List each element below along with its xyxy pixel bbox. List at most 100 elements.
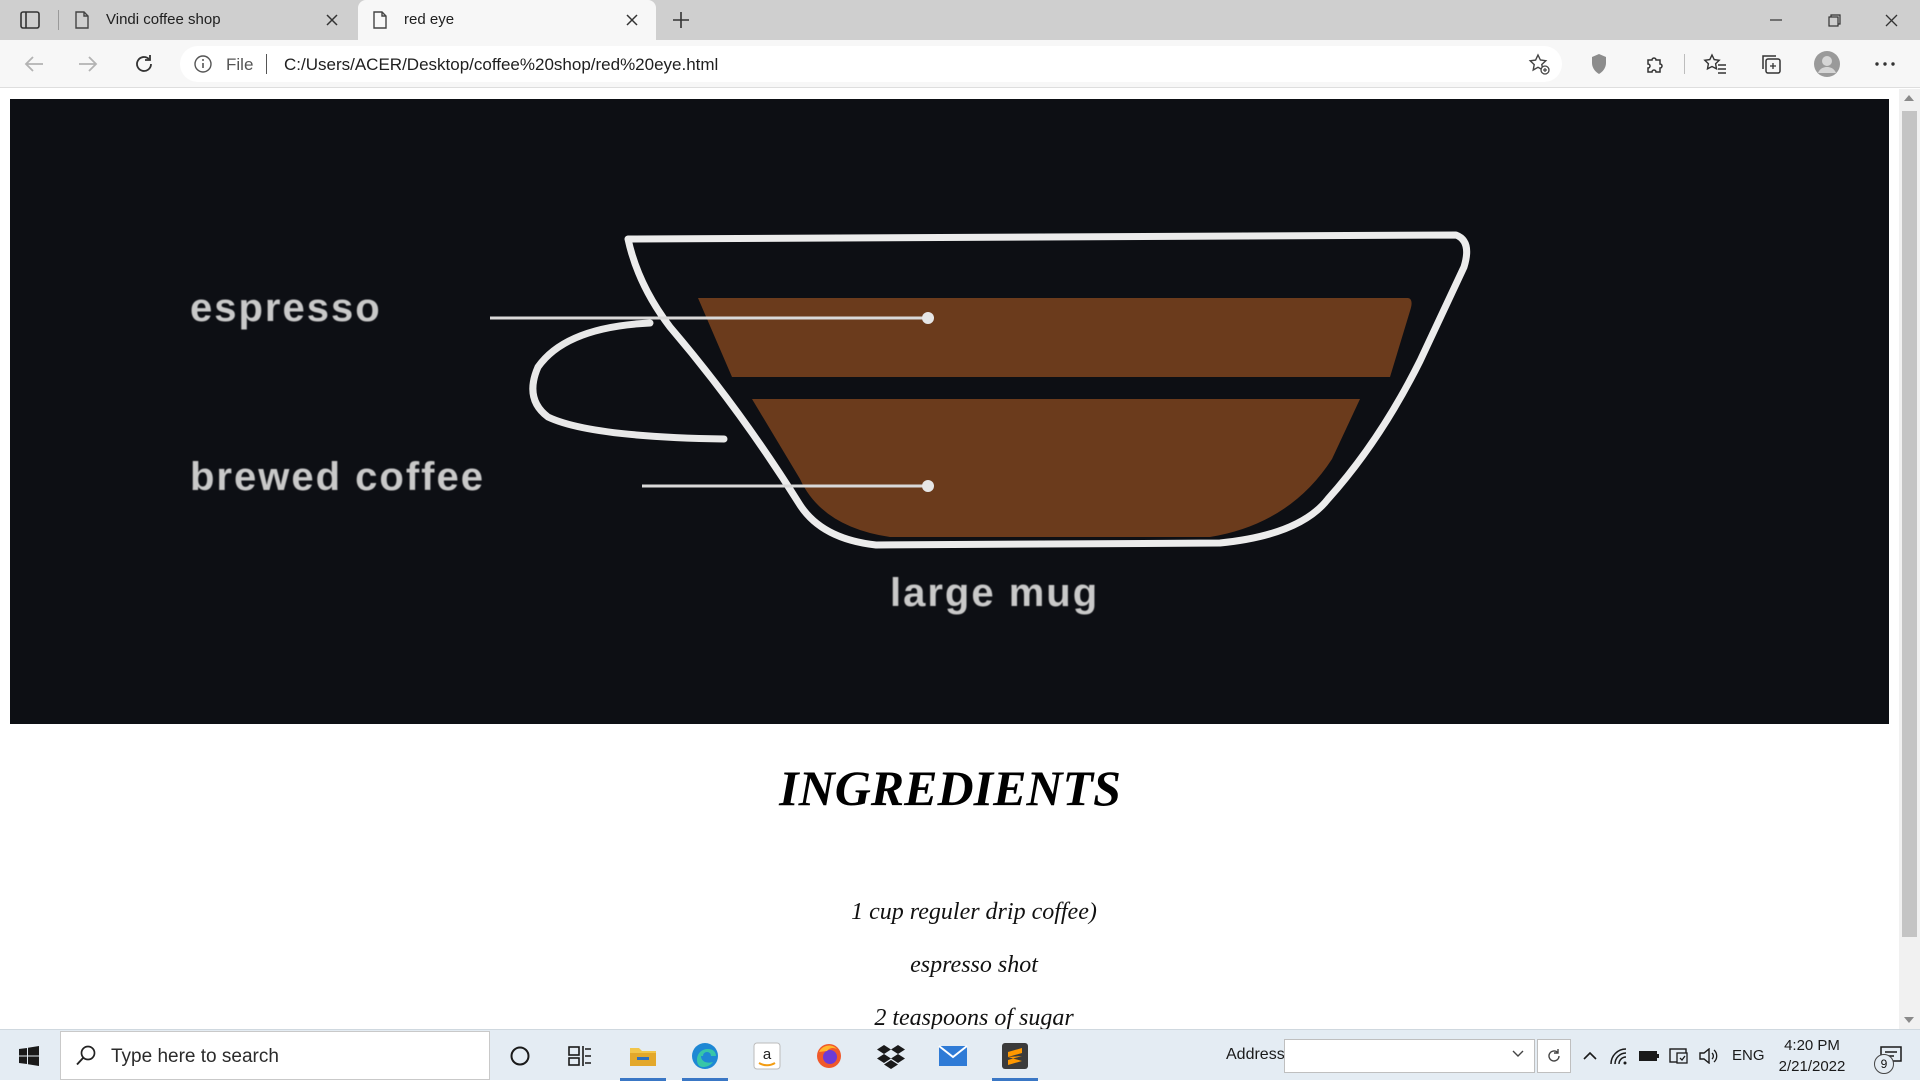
tab-actions-icon [20,11,40,29]
action-center-button[interactable] [1862,1030,1920,1081]
task-view-button[interactable] [551,1030,609,1081]
restore-icon [1827,13,1841,27]
ingredient-item: 2 teaspoons of sugar [874,1005,1074,1029]
extensions-button[interactable] [1640,50,1670,78]
page-icon [75,11,89,29]
avatar-icon [1814,51,1840,77]
arrow-left-icon [24,56,43,72]
plus-icon [673,12,689,28]
edge-button[interactable] [676,1030,734,1081]
collections-button[interactable] [1756,50,1786,78]
show-hidden-icons-button[interactable] [1578,1030,1602,1081]
browser-toolbar: File C:/Users/ACER/Desktop/coffee%20shop… [0,40,1920,88]
tab-title: red eye [404,11,455,28]
brewed-coffee-label: brewed coffee [190,455,485,499]
settings-menu-button[interactable] [1870,50,1900,78]
close-window-button[interactable] [1862,0,1920,40]
favorites-button[interactable] [1700,50,1730,78]
restore-button[interactable] [1805,0,1863,40]
more-icon [1875,62,1895,66]
new-tab-button[interactable] [666,6,696,34]
dropbox-icon [877,1044,905,1069]
start-button[interactable] [0,1030,58,1081]
forward-button[interactable] [70,48,106,80]
add-favorite-button[interactable] [1526,52,1552,76]
cortana-icon [510,1046,530,1065]
toolbar-separator [1684,54,1685,74]
address-toolbar-input[interactable] [1284,1039,1535,1073]
svg-text:a: a [763,1046,772,1063]
security-button[interactable] [1666,1030,1692,1081]
amazon-button[interactable]: a [738,1030,796,1081]
taskbar-search-box[interactable]: Type here to search [60,1031,490,1080]
task-view-icon [568,1045,591,1066]
search-icon [76,1045,96,1066]
battery-icon [1639,1050,1659,1061]
espresso-label: espresso [190,286,382,330]
info-icon[interactable] [194,55,212,73]
address-url[interactable]: C:/Users/ACER/Desktop/coffee%20shop/red%… [284,55,718,75]
ingredients-heading: INGREDIENTS [779,760,1121,816]
close-icon [326,14,338,26]
system-clock[interactable]: 4:20 PM 2/21/2022 [1762,1035,1862,1077]
scroll-up-arrow-icon[interactable] [1904,95,1914,101]
dropbox-button[interactable] [862,1030,920,1081]
close-tab-button[interactable] [322,10,342,30]
minimize-button[interactable] [1747,0,1805,40]
puzzle-icon [1647,57,1663,73]
speaker-icon [1699,1047,1718,1064]
favorites-icon [1703,53,1726,74]
security-icon [1669,1047,1688,1064]
chevron-up-icon [1583,1051,1597,1060]
refresh-button[interactable] [126,48,162,80]
tab-red-eye[interactable]: red eye [358,0,656,40]
page-icon [373,11,387,29]
mail-button[interactable] [924,1030,982,1081]
firefox-button[interactable] [800,1030,858,1081]
minimize-icon [1770,19,1782,21]
language-indicator[interactable]: ENG [1732,1047,1765,1064]
red-eye-diagram-image: espresso brewed coffee large mug [10,99,1889,724]
network-button[interactable] [1606,1030,1632,1081]
tab-actions-button[interactable] [14,6,46,34]
profile-button[interactable] [1812,50,1842,78]
refresh-icon [136,55,152,72]
battery-button[interactable] [1636,1030,1662,1081]
back-button[interactable] [16,48,52,80]
scrollbar-thumb[interactable] [1902,111,1917,937]
tab-vindi-coffee-shop[interactable]: Vindi coffee shop [60,0,356,40]
address-scheme-label: File [226,55,254,74]
scroll-down-arrow-icon[interactable] [1904,1017,1914,1023]
wifi-icon [1610,1047,1627,1064]
cortana-button[interactable] [491,1030,549,1081]
file-explorer-button[interactable] [614,1030,672,1081]
sublime-text-button[interactable] [986,1030,1044,1081]
address-divider [266,54,267,74]
address-go-button[interactable] [1537,1039,1571,1073]
vertical-scrollbar[interactable] [1899,89,1920,1029]
windows-taskbar: Type here to search a Address ENG 4:20 P… [0,1029,1920,1081]
firefox-icon [817,1043,841,1068]
chevron-down-icon[interactable] [1512,1050,1524,1058]
windows-logo-icon [19,1045,39,1066]
collections-icon [1762,55,1781,74]
notification-count-badge: 9 [1874,1054,1894,1074]
amazon-icon: a [753,1042,781,1069]
tracking-prevention-button[interactable] [1584,50,1614,78]
clock-time: 4:20 PM [1784,1037,1840,1054]
ingredient-item: 1 cup reguler drip coffee) [851,899,1097,925]
address-bar[interactable]: File C:/Users/ACER/Desktop/coffee%20shop… [180,46,1562,82]
tab-strip: Vindi coffee shop red eye [0,0,1920,40]
arrow-right-icon [79,56,98,72]
ingredient-item: espresso shot [910,952,1038,978]
refresh-icon [1548,1049,1560,1062]
tab-separator [58,10,59,30]
address-toolbar-label: Address [1226,1046,1285,1063]
sublime-text-icon [1002,1042,1028,1069]
clock-date: 2/21/2022 [1778,1058,1846,1075]
coffee-cup-illustration [490,231,1471,549]
volume-button[interactable] [1696,1030,1722,1081]
large-mug-label: large mug [890,571,1100,615]
close-icon [1885,14,1897,26]
close-tab-button[interactable] [622,10,642,30]
